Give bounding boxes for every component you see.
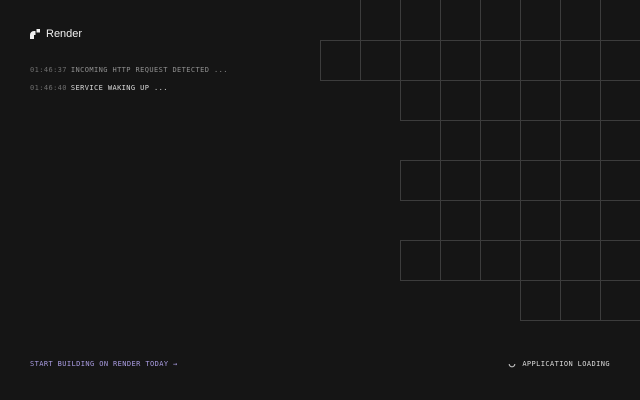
decorative-grid <box>320 0 640 321</box>
brand-name: Render <box>46 28 83 40</box>
start-building-link[interactable]: START BUILDING ON RENDER TODAY → <box>30 360 178 368</box>
log-timestamp: 01:46:40 <box>30 84 67 92</box>
brand-logo[interactable]: Render <box>30 28 82 40</box>
loading-status: APPLICATION LOADING <box>508 360 610 368</box>
log-line: 01:46:40 SERVICE WAKING UP ... <box>30 83 228 101</box>
status-label: APPLICATION LOADING <box>522 360 610 368</box>
log-line: 01:46:37 INCOMING HTTP REQUEST DETECTED .… <box>30 65 228 83</box>
spinner-icon <box>508 363 516 368</box>
log-message: SERVICE WAKING UP ... <box>70 84 168 92</box>
log-timestamp: 01:46:37 <box>30 66 67 74</box>
log-message: INCOMING HTTP REQUEST DETECTED ... <box>70 66 228 74</box>
render-logo-icon <box>30 29 40 39</box>
log-console: 01:46:37 INCOMING HTTP REQUEST DETECTED .… <box>30 65 228 101</box>
